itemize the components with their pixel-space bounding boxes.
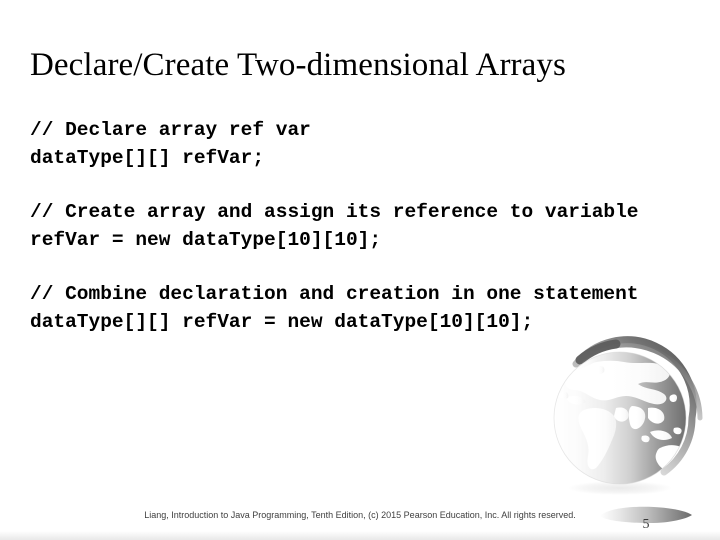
code-comment-line: // Combine declaration and creation in o… <box>30 283 639 305</box>
globe-watermark-icon <box>524 336 710 508</box>
code-block: // Combine declaration and creation in o… <box>30 280 690 336</box>
code-block: // Create array and assign its reference… <box>30 198 690 254</box>
page-title: Declare/Create Two-dimensional Arrays <box>30 47 566 83</box>
slide-canvas: Declare/Create Two-dimensional Arrays //… <box>0 0 720 540</box>
code-content-area: // Declare array ref var dataType[][] re… <box>30 116 690 336</box>
code-comment-line: // Declare array ref var <box>30 119 311 141</box>
code-statement-line: dataType[][] refVar; <box>30 147 265 169</box>
footer-credit: Liang, Introduction to Java Programming,… <box>144 510 576 520</box>
page-number: 5 <box>642 517 650 532</box>
code-statement-line: refVar = new dataType[10][10]; <box>30 229 382 251</box>
code-statement-line: dataType[][] refVar = new dataType[10][1… <box>30 311 534 333</box>
code-block: // Declare array ref var dataType[][] re… <box>30 116 690 172</box>
code-comment-line: // Create array and assign its reference… <box>30 201 639 223</box>
